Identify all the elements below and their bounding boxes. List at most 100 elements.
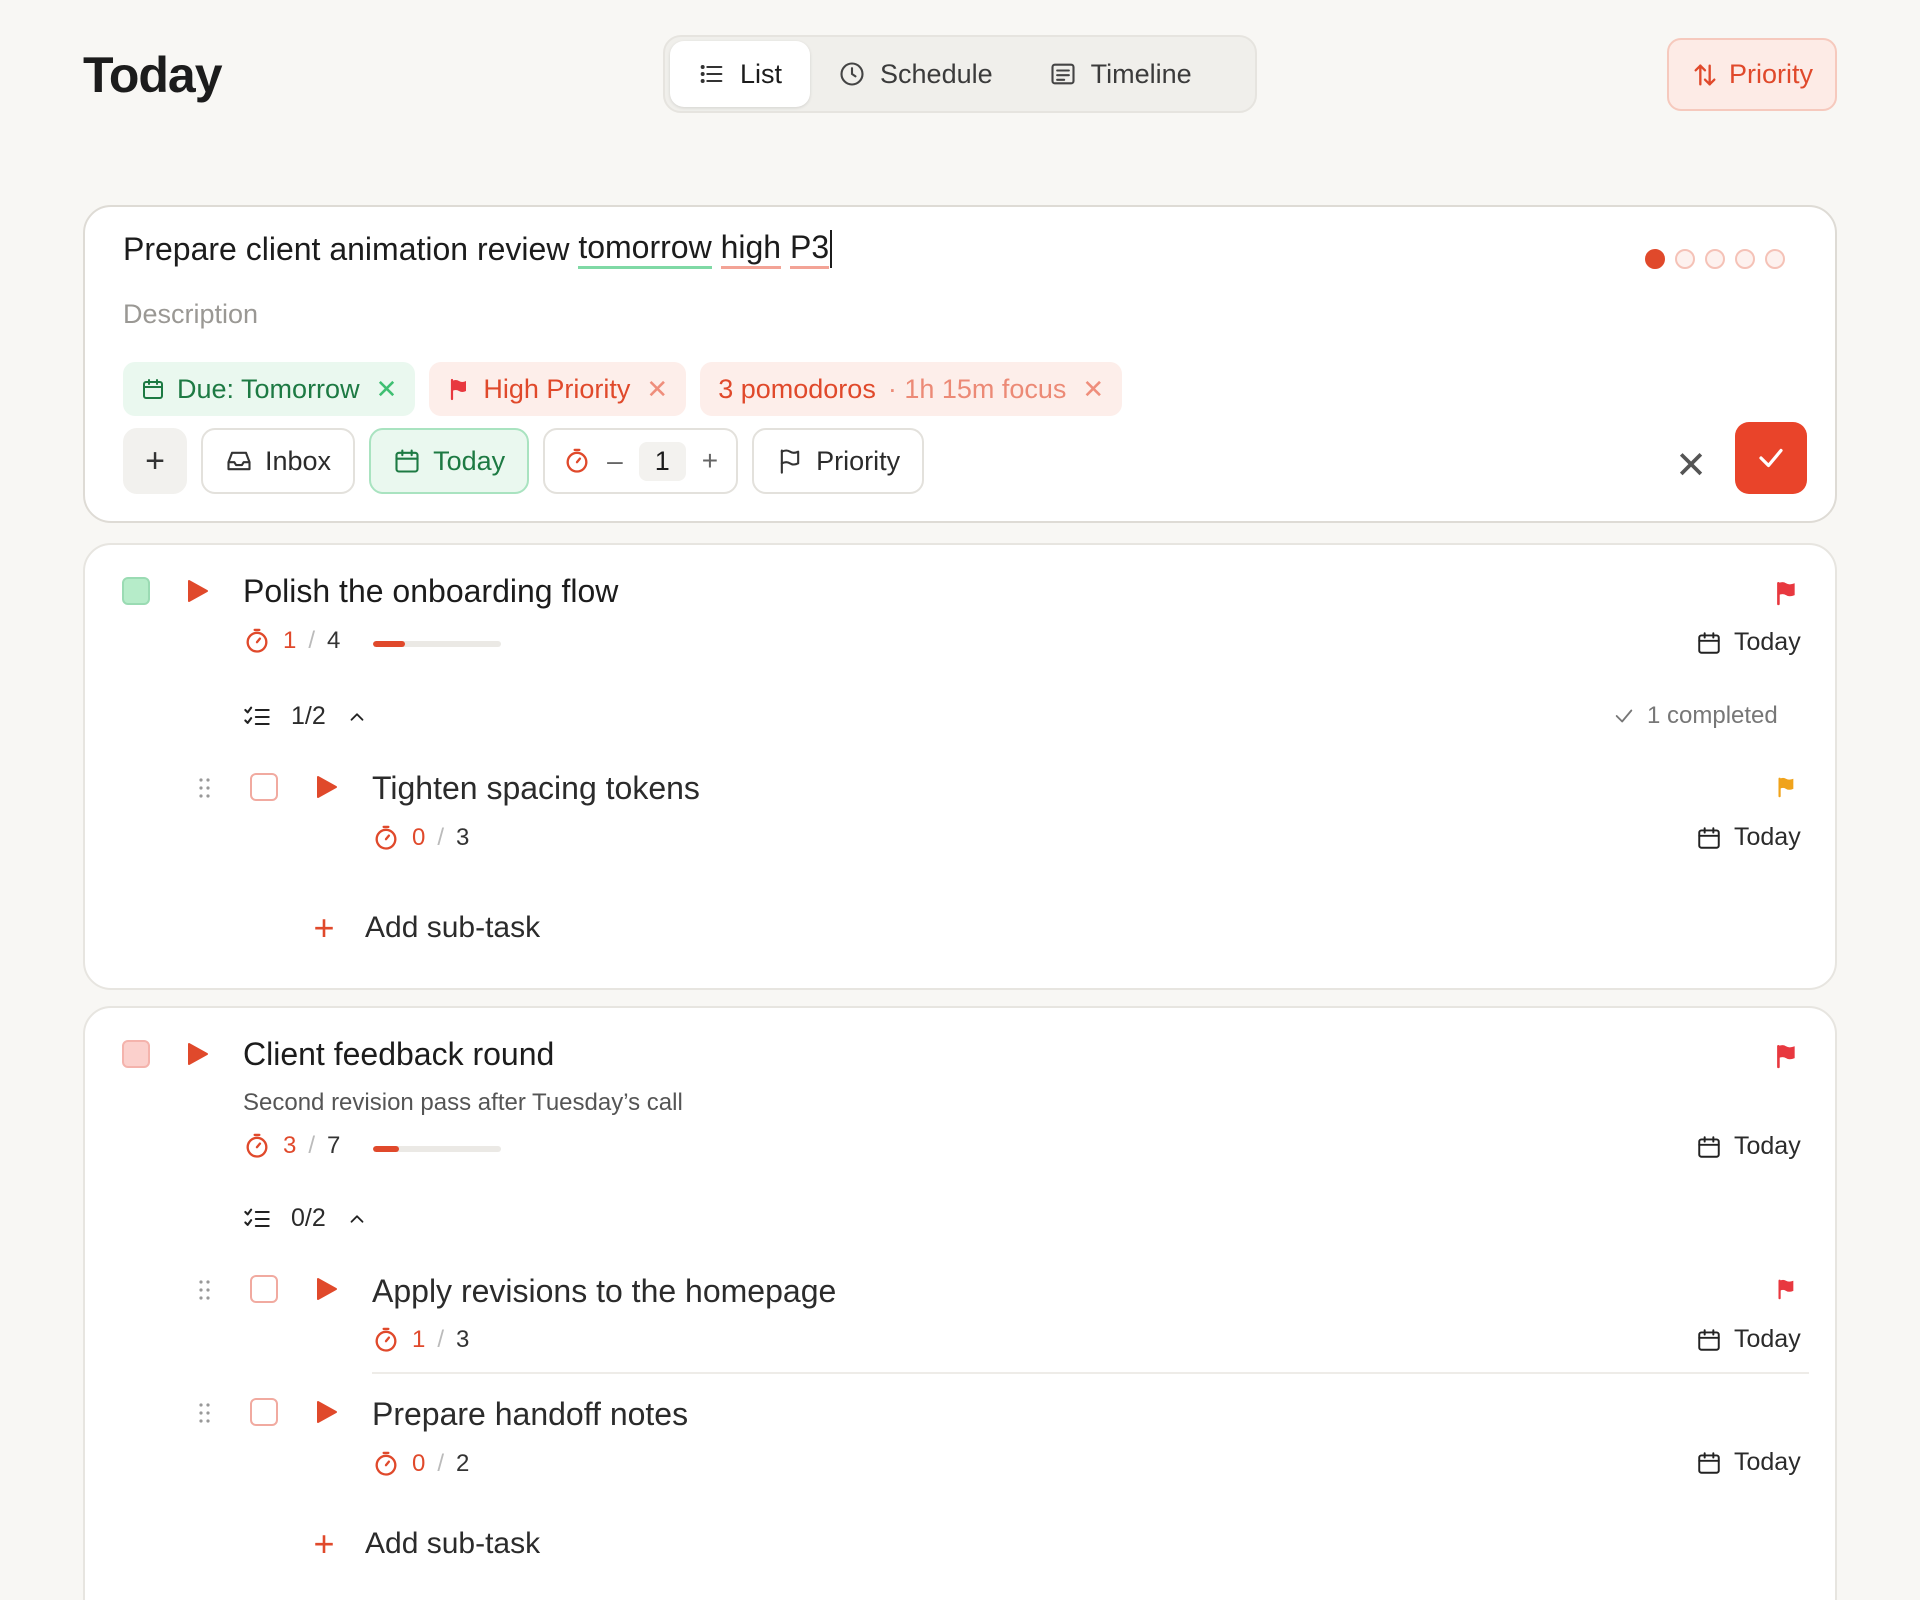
sort-priority-button[interactable]: Priority [1667, 38, 1837, 111]
view-tab-label: Schedule [880, 58, 993, 89]
play-icon[interactable] [187, 1042, 209, 1066]
title-text: Prepare client animation review [123, 230, 579, 267]
calendar-icon [395, 449, 419, 473]
add-subtask-button[interactable]: + Add sub-task [311, 1523, 540, 1565]
due-date[interactable]: Today [1696, 628, 1801, 657]
due-date[interactable]: Today [1696, 1132, 1801, 1161]
remove-priority-icon[interactable]: ✕ [646, 374, 668, 405]
today-button[interactable]: Today [369, 428, 530, 494]
pomo-total: 2 [456, 1450, 470, 1477]
description-input[interactable]: Description [123, 299, 258, 330]
completed-label: 1 completed [1647, 702, 1778, 729]
flag-icon[interactable] [1775, 774, 1797, 800]
due-date-label: Today [1734, 1132, 1801, 1160]
list-icon [700, 65, 723, 83]
due-date-label: Today [1734, 1325, 1801, 1353]
completed-toggle[interactable]: 1 completed [1613, 702, 1778, 730]
task-checkbox[interactable] [122, 1040, 150, 1068]
check-icon [1759, 448, 1783, 468]
priority-dot[interactable] [1765, 249, 1785, 269]
sort-label: Priority [1728, 59, 1813, 89]
due-date-label: Today [1734, 1448, 1801, 1476]
drag-handle-icon[interactable] [197, 776, 213, 800]
pomodoro-progress: 0 / 3 [372, 824, 469, 852]
plus-icon: + [145, 441, 165, 480]
task-title-input[interactable]: Prepare client animation review tomorrow… [123, 229, 833, 269]
subtask-title[interactable]: Apply revisions to the homepage [372, 1273, 836, 1310]
play-icon[interactable] [316, 775, 338, 799]
view-switcher: List Schedule Timeline [663, 35, 1257, 113]
priority-dot[interactable] [1675, 249, 1695, 269]
timer-icon [246, 1133, 268, 1158]
inbox-label: Inbox [265, 445, 332, 476]
task-title[interactable]: Client feedback round [243, 1036, 554, 1073]
subtask-toggle[interactable]: 0/2 [243, 1204, 368, 1233]
timer-icon [246, 628, 268, 653]
drag-handle-icon[interactable] [197, 1278, 213, 1302]
priority-dot[interactable] [1735, 249, 1755, 269]
pomodoro-bar [373, 641, 501, 647]
pomodoro-progress: 1 / 3 [372, 1326, 469, 1354]
due-chip: Due: Tomorrow ✕ [123, 362, 416, 416]
add-more-button[interactable]: + [123, 428, 187, 494]
task-description: Second revision pass after Tuesday’s cal… [243, 1089, 683, 1116]
decrement-button[interactable]: – [607, 445, 623, 477]
priority-dot[interactable] [1705, 249, 1725, 269]
subtask-toggle[interactable]: 1/2 [243, 702, 368, 731]
view-tab-list[interactable]: List [670, 41, 811, 107]
calendar-icon [1698, 1451, 1720, 1474]
remove-due-icon[interactable]: ✕ [376, 374, 398, 405]
due-date-label: Today [1734, 628, 1801, 656]
checklist-icon [244, 1208, 270, 1227]
pomodoro-chip: 3 pomodoros · 1h 15m focus ✕ [700, 362, 1123, 416]
due-date[interactable]: Today [1696, 1448, 1801, 1477]
submit-button[interactable] [1735, 422, 1807, 494]
due-date[interactable]: Today [1696, 1325, 1801, 1354]
today-label: Today [433, 445, 506, 476]
subtask-checkbox[interactable] [250, 773, 278, 801]
pomo-separator: / [437, 1450, 445, 1477]
play-icon[interactable] [316, 1277, 338, 1301]
pomodoro-progress: 1 / 4 [243, 627, 340, 655]
subtask-checkbox[interactable] [250, 1398, 278, 1426]
view-tab-schedule[interactable]: Schedule [810, 41, 1021, 107]
pomo-done: 1 [412, 1326, 426, 1353]
flag-icon[interactable] [1773, 579, 1799, 607]
flag-icon[interactable] [1775, 1276, 1797, 1302]
view-tab-timeline[interactable]: Timeline [1021, 41, 1220, 107]
timer-icon [375, 1327, 397, 1352]
task-title[interactable]: Polish the onboarding flow [243, 573, 618, 610]
subtask-title[interactable]: Tighten spacing tokens [372, 770, 700, 807]
plus-icon: + [313, 907, 335, 948]
view-tab-label: List [740, 58, 783, 89]
timer-icon [566, 448, 588, 473]
page: Today List Schedule Timeline Priority Pr… [0, 0, 1920, 1600]
pomo-separator: / [437, 824, 445, 851]
priority-dot[interactable] [1645, 249, 1665, 269]
cancel-button[interactable]: ✕ [1675, 443, 1707, 488]
pomo-done: 3 [283, 1132, 297, 1159]
due-token: tomorrow [578, 229, 712, 269]
due-date[interactable]: Today [1696, 823, 1801, 852]
pomodoro-chip-label: 3 pomodoros [718, 373, 876, 404]
inbox-icon [227, 451, 251, 471]
checklist-icon [244, 706, 270, 725]
add-subtask-button[interactable]: + Add sub-task [311, 907, 540, 949]
inbox-button[interactable]: Inbox [201, 428, 356, 494]
chevron-up-icon [350, 1214, 364, 1223]
priority-dots[interactable] [1645, 249, 1785, 269]
priority-button[interactable]: Priority [752, 428, 925, 494]
task-checkbox[interactable] [122, 577, 150, 605]
subtask-title[interactable]: Prepare handoff notes [372, 1396, 688, 1433]
pomo-total: 7 [327, 1132, 341, 1159]
remove-pomodoro-icon[interactable]: ✕ [1082, 374, 1104, 405]
flag-icon[interactable] [1773, 1042, 1799, 1070]
pomodoro-bar [373, 1146, 501, 1152]
drag-handle-icon[interactable] [197, 1401, 213, 1425]
subtask-checkbox[interactable] [250, 1275, 278, 1303]
play-icon[interactable] [316, 1400, 338, 1424]
play-icon[interactable] [187, 579, 209, 603]
increment-button[interactable]: + [702, 445, 718, 477]
pomo-total: 3 [456, 824, 470, 851]
pomodoro-count[interactable]: 1 [638, 441, 686, 481]
